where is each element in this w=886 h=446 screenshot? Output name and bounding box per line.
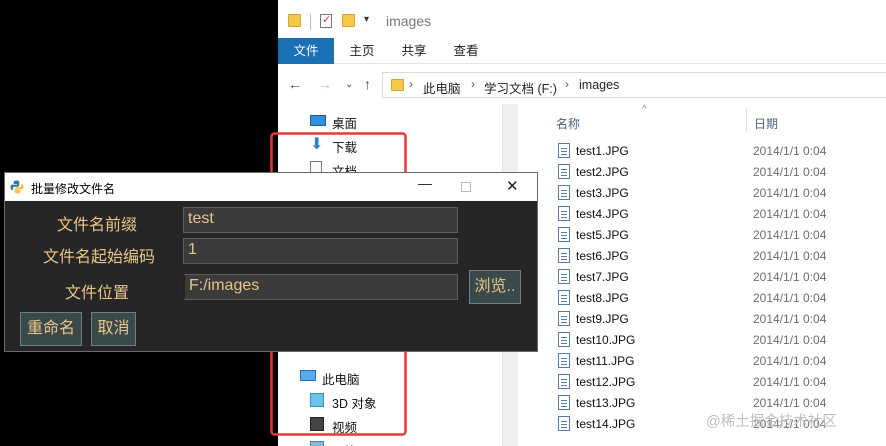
nav-item-desktop[interactable]: 桌面 📌 xyxy=(310,110,520,132)
recent-locations-chevron-icon[interactable]: ⌄ xyxy=(345,79,353,90)
prefix-label: 文件名前缀 xyxy=(56,217,137,234)
tab-view[interactable]: 查看 xyxy=(446,38,486,64)
start-number-label: 文件名起始编码 xyxy=(42,249,155,266)
new-folder-icon[interactable] xyxy=(342,14,355,27)
forward-arrow-icon[interactable]: → xyxy=(318,76,332,92)
browse-button[interactable]: 浏览.. xyxy=(469,270,521,304)
breadcrumb-drive[interactable]: 学习文档 (F:) xyxy=(484,78,557,97)
maximize-icon[interactable] xyxy=(461,182,471,192)
file-date: 2014/1/1 0:04 xyxy=(753,396,827,410)
breadcrumb-images[interactable]: images xyxy=(579,78,619,92)
dialog-titlebar: 批量修改文件名 — ✕ xyxy=(5,173,537,201)
minimize-icon[interactable]: — xyxy=(418,175,432,191)
file-date: 2014/1/1 0:04 xyxy=(753,354,827,368)
properties-icon[interactable] xyxy=(320,13,332,28)
breadcrumb-separator-icon[interactable]: › xyxy=(471,77,475,91)
file-date: 2014/1/1 0:04 xyxy=(753,207,827,221)
address-bar[interactable]: › 此电脑 › 学习文档 (F:) › images xyxy=(382,72,886,98)
column-header-name[interactable]: 名称 xyxy=(556,115,580,132)
location-label: 文件位置 xyxy=(64,285,129,302)
nav-item-pictures[interactable]: 图片 xyxy=(310,438,500,446)
up-arrow-icon[interactable]: ↑ xyxy=(364,76,371,92)
close-icon[interactable]: ✕ xyxy=(506,177,519,195)
file-date: 2014/1/1 0:04 xyxy=(753,144,827,158)
file-date: 2014/1/1 0:04 xyxy=(753,291,827,305)
start-number-input[interactable]: 1 xyxy=(183,238,458,264)
breadcrumb-this-pc[interactable]: 此电脑 xyxy=(423,78,461,97)
desktop-icon xyxy=(310,115,326,126)
pictures-icon xyxy=(310,441,324,446)
file-date: 2014/1/1 0:04 xyxy=(753,165,827,179)
window-title: images xyxy=(386,13,432,29)
desktop-screen: ▾ images 文件 主页 共享 查看 ← → ⌄ ↑ › 此电脑 › 学习文… xyxy=(0,0,886,446)
tab-file[interactable]: 文件 xyxy=(278,38,334,64)
cancel-button[interactable]: 取消 xyxy=(91,312,136,346)
folder-icon xyxy=(391,79,404,91)
rename-button[interactable]: 重命名 xyxy=(20,312,82,346)
quick-access-dropdown-icon[interactable]: ▾ xyxy=(364,14,369,25)
column-header: 名称 ^ 日期 xyxy=(518,104,886,134)
quick-access-divider xyxy=(310,14,311,30)
prefix-input[interactable]: test xyxy=(183,207,458,233)
navigation-bar: ← → ⌄ ↑ › 此电脑 › 学习文档 (F:) › images xyxy=(278,68,886,102)
file-date: 2014/1/1 0:04 xyxy=(753,333,827,347)
batch-rename-dialog: 批量修改文件名 — ✕ 文件名前缀 test 文件名起始编码 1 文件位置 F:… xyxy=(4,172,538,352)
ribbon-tabs: 文件 主页 共享 查看 xyxy=(278,38,886,64)
file-date: 2014/1/1 0:04 xyxy=(753,270,827,284)
tab-share[interactable]: 共享 xyxy=(394,38,434,64)
location-input[interactable]: F:/images xyxy=(183,274,458,300)
back-arrow-icon[interactable]: ← xyxy=(288,76,302,92)
file-date: 2014/1/1 0:04 xyxy=(753,186,827,200)
dialog-title: 批量修改文件名 xyxy=(31,182,116,196)
tab-home[interactable]: 主页 xyxy=(342,38,382,64)
explorer-titlebar: ▾ images xyxy=(278,0,886,40)
python-logo-icon xyxy=(10,180,24,194)
file-date: 2014/1/1 0:04 xyxy=(753,228,827,242)
file-date: 2014/1/1 0:04 xyxy=(753,249,827,263)
column-divider[interactable] xyxy=(746,108,747,132)
watermark: @稀土掘金技术社区 xyxy=(706,414,837,430)
breadcrumb-separator-icon[interactable]: › xyxy=(409,77,413,91)
sort-ascending-icon: ^ xyxy=(642,104,647,115)
folder-icon[interactable] xyxy=(288,14,301,27)
breadcrumb-separator-icon[interactable]: › xyxy=(565,77,569,91)
column-header-date[interactable]: 日期 xyxy=(754,115,778,132)
file-date: 2014/1/1 0:04 xyxy=(753,312,827,326)
file-date: 2014/1/1 0:04 xyxy=(753,375,827,389)
